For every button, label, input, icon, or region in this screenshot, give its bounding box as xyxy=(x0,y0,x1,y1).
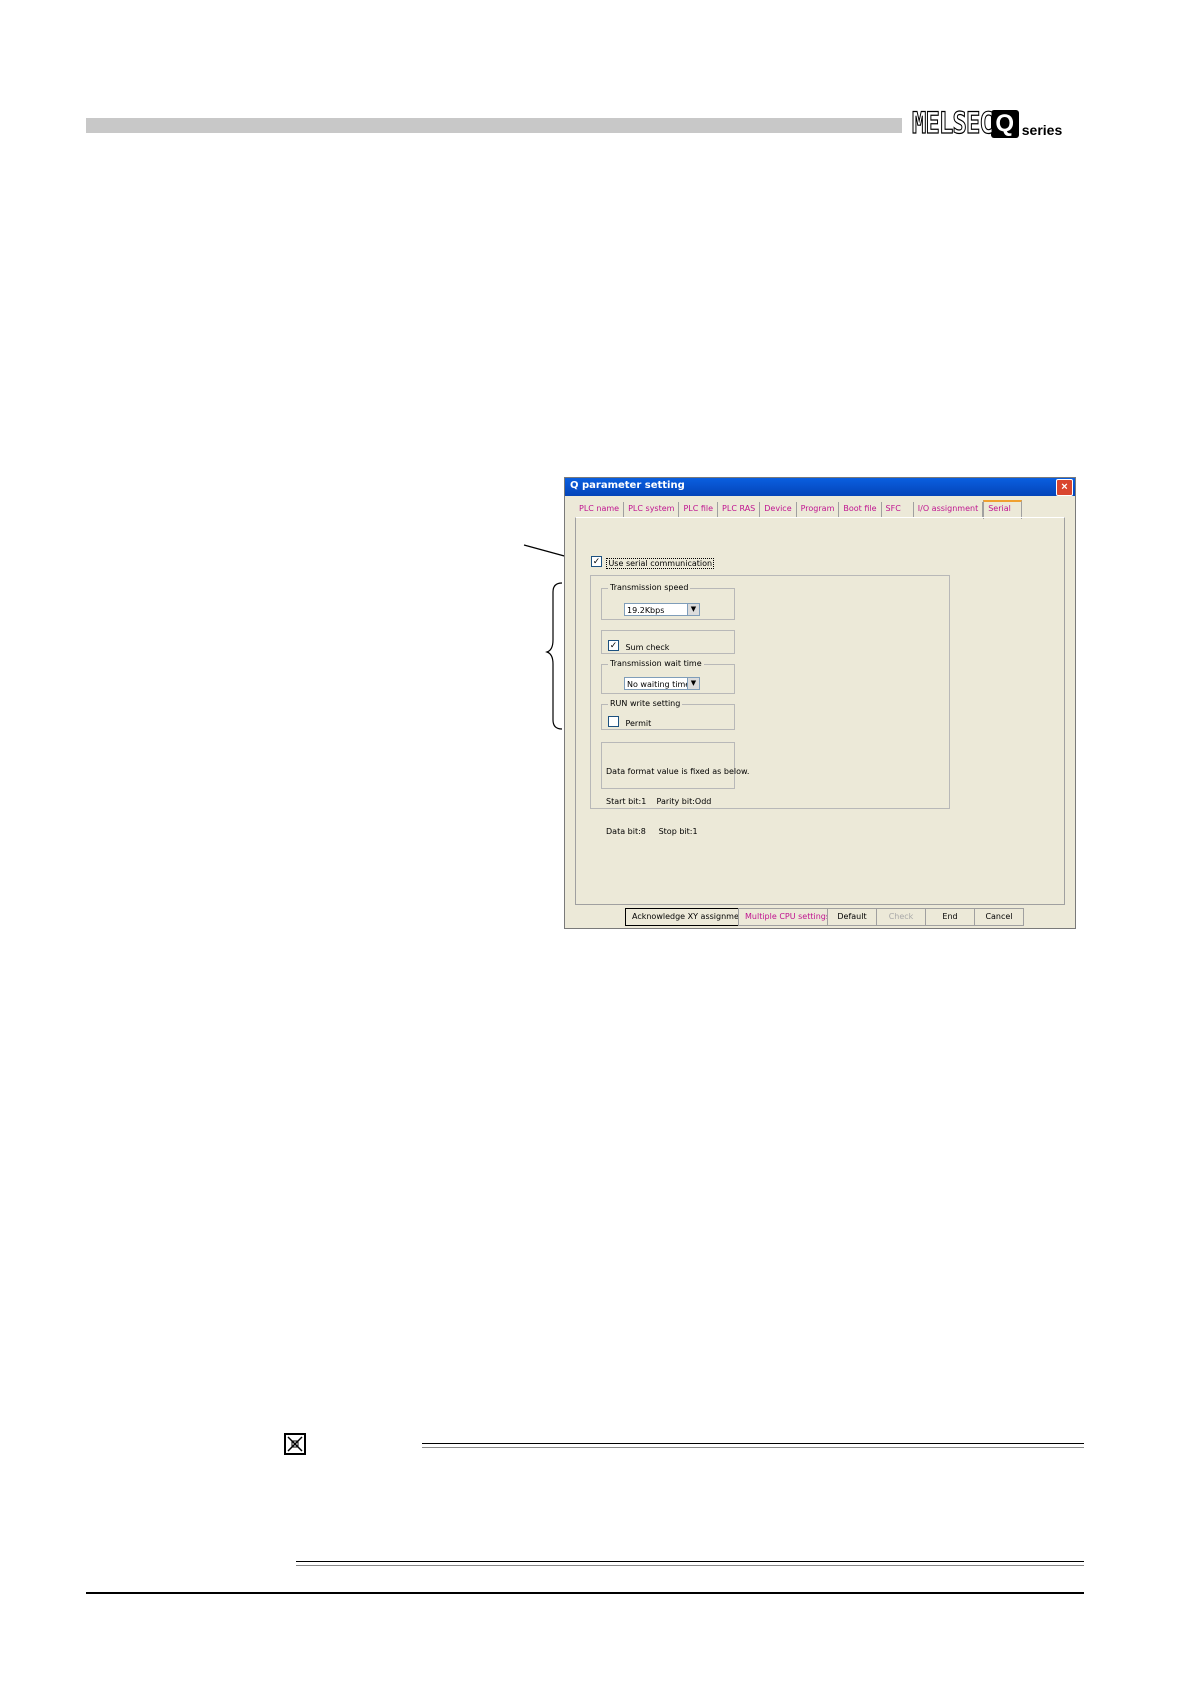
wait-time-select[interactable]: No waiting time ▼ xyxy=(624,677,700,690)
sum-check-checkbox[interactable]: ✓ xyxy=(608,640,619,652)
acknowledge-xy-button[interactable]: Acknowledge XY assignment xyxy=(625,908,747,926)
q-parameter-dialog: Q parameter setting × PLC name PLC syste… xyxy=(564,477,1076,929)
tab-sfc[interactable]: SFC xyxy=(882,502,914,517)
close-button[interactable]: × xyxy=(1056,479,1073,496)
point-top-rule xyxy=(422,1443,1084,1448)
point-bottom-rule xyxy=(296,1561,1084,1566)
chevron-down-icon: ▼ xyxy=(687,604,699,615)
end-button[interactable]: End xyxy=(925,908,975,926)
data-format-line3: Data bit:8 Stop bit:1 xyxy=(606,827,698,836)
use-serial-row: ✓ Use serial communication xyxy=(591,553,715,571)
run-write-title: RUN write setting xyxy=(608,699,683,708)
point-icon xyxy=(284,1433,306,1455)
titlebar: Q parameter setting × xyxy=(565,478,1075,496)
wait-time-group: Transmission wait time No waiting time ▼ xyxy=(601,659,735,694)
transmission-speed-group: Transmission speed 19.2Kbps ▼ xyxy=(601,583,735,620)
multiple-cpu-button[interactable]: Multiple CPU settings xyxy=(738,908,830,926)
check-button[interactable]: Check xyxy=(876,908,926,926)
tab-plc-ras[interactable]: PLC RAS xyxy=(718,502,761,517)
brace-icon xyxy=(545,582,563,730)
permit-label: Permit xyxy=(625,719,652,728)
tab-boot-file[interactable]: Boot file xyxy=(839,502,882,517)
data-format-line1: Data format value is fixed as below. xyxy=(606,767,750,776)
permit-checkbox[interactable] xyxy=(608,716,619,728)
run-write-group: RUN write setting Permit xyxy=(601,699,735,730)
tab-plc-file[interactable]: PLC file xyxy=(679,502,719,517)
data-format-box: Data format value is fixed as below. Sta… xyxy=(601,742,749,836)
use-serial-checkbox[interactable]: ✓ xyxy=(591,556,602,568)
sum-check-group: ✓ Sum check xyxy=(601,630,735,654)
default-button[interactable]: Default xyxy=(827,908,877,926)
dialog-title: Q parameter setting xyxy=(570,480,685,491)
wait-time-title: Transmission wait time xyxy=(608,659,704,668)
footer-rule xyxy=(86,1592,1084,1594)
cancel-button[interactable]: Cancel xyxy=(974,908,1024,926)
transmission-speed-title: Transmission speed xyxy=(608,583,691,592)
tab-plc-system[interactable]: PLC system xyxy=(624,502,680,517)
tab-plc-name[interactable]: PLC name xyxy=(575,502,625,517)
sum-check-label: Sum check xyxy=(625,643,670,652)
data-format-line2: Start bit:1 Parity bit:Odd xyxy=(606,797,712,806)
tab-strip: PLC name PLC system PLC file PLC RAS Dev… xyxy=(575,500,1022,519)
transmission-speed-select[interactable]: 19.2Kbps ▼ xyxy=(624,603,700,616)
use-serial-label: Use serial communication xyxy=(606,558,715,569)
transmission-speed-value: 19.2Kbps xyxy=(627,606,665,615)
dialog-button-row: Acknowledge XY assignment Multiple CPU s… xyxy=(625,908,1024,926)
tab-device[interactable]: Device xyxy=(760,502,797,517)
tab-io-assignment[interactable]: I/O assignment xyxy=(914,502,984,517)
wait-time-value: No waiting time xyxy=(627,680,691,689)
tab-program[interactable]: Program xyxy=(797,502,840,517)
chevron-down-icon: ▼ xyxy=(687,678,699,689)
